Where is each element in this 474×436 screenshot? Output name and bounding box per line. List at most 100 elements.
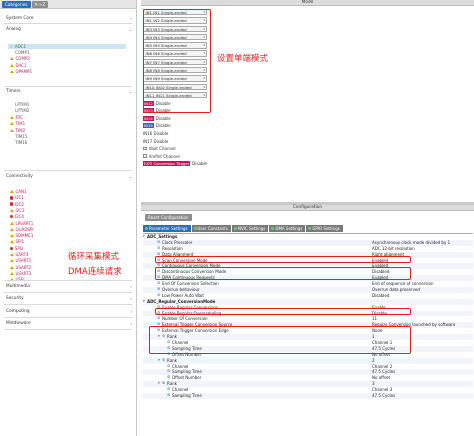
tab-nvic-settings[interactable]: NVIC Settings (231, 225, 269, 232)
mode-title: Mode (141, 0, 474, 6)
peripheral-usart1[interactable]: USART1 (10, 258, 31, 263)
category-analog[interactable]: Analog (6, 27, 21, 32)
warning-icon (10, 190, 14, 194)
mode-row-checkbox: Vrefint Channel (143, 152, 473, 160)
category-middleware[interactable]: Middleware (6, 321, 31, 326)
category-timers[interactable]: Timers (6, 89, 21, 94)
blocked-icon (10, 215, 14, 219)
tab-gpio-settings[interactable]: GPIO Settings (306, 225, 343, 232)
divider (4, 23, 132, 24)
peripheral-opamp1[interactable]: OPAMP1 (10, 69, 32, 74)
peripheral-spi2[interactable]: SPI2 (10, 246, 24, 251)
peripheral-usart2[interactable]: USART2 (10, 265, 31, 270)
category-computing[interactable]: Computing (6, 309, 30, 314)
parameter-row[interactable]: ⚙ Sampling Time 47.5 Cycles (143, 393, 473, 399)
warning-icon (10, 227, 14, 231)
warning-icon (10, 240, 14, 244)
trigger-select[interactable]: Disable (192, 161, 207, 166)
tab-user-constants[interactable]: User Constants (191, 225, 231, 232)
check-icon: ✓ (10, 43, 14, 49)
peripheral-rtc[interactable]: RTC (10, 115, 23, 120)
tab-categories[interactable]: Categories (2, 0, 31, 8)
input-state-select[interactable]: Disable (156, 116, 171, 121)
peripheral-tim2[interactable]: TIM2 (10, 128, 25, 133)
peripheral-lptim2[interactable]: LPTIM2 (10, 108, 29, 113)
category-system-core[interactable]: System Core (6, 16, 33, 21)
checkbox[interactable] (143, 146, 147, 151)
peripheral-sdmmc1[interactable]: SDMMC1 (10, 233, 33, 238)
chevron-right-icon[interactable]: › (130, 16, 132, 21)
chevron-down-icon[interactable]: ⌄ (129, 89, 132, 94)
peripheral-adc1[interactable]: ✓ ADC1 (8, 43, 126, 50)
chevron-down-icon[interactable]: ⌄ (129, 27, 132, 32)
mode-row-checkbox: Vbat Channel (143, 145, 473, 153)
peripheral-tim1[interactable]: TIM1 (10, 121, 25, 126)
blocked-icon (10, 202, 14, 206)
chevron-down-icon[interactable]: ⌄ (129, 174, 132, 179)
tab-label: User Constants (197, 226, 228, 231)
peripheral-lptim1[interactable]: LPTIM1 (10, 102, 29, 107)
annotation-box-number-of-conversion (155, 308, 411, 315)
chevron-right-icon[interactable]: › (130, 309, 132, 314)
divider (4, 292, 132, 293)
status-dot-icon (145, 227, 148, 230)
tab-label: Parameter Settings (149, 226, 188, 231)
reset-configuration-button[interactable]: Reset Configuration (145, 214, 192, 221)
chevron-right-icon[interactable]: › (130, 296, 132, 301)
peripheral-label: ADC1 (14, 44, 27, 49)
peripheral-tim16[interactable]: TIM16 (10, 140, 27, 145)
input-tag: IN14 (143, 115, 154, 121)
peripheral-i2c1[interactable]: I2C1 (10, 195, 24, 200)
blank-icon (10, 141, 14, 145)
peripheral-label: USART3 (15, 270, 32, 276)
peripheral-label: TIM15 (15, 134, 28, 139)
parameter-value[interactable]: 47.5 Cycles (372, 393, 395, 399)
category-multimedia[interactable]: Multimedia (6, 284, 30, 289)
peripheral-label: TIM1 (15, 121, 26, 127)
blank-icon (10, 135, 14, 139)
peripheral-comp1[interactable]: COMP1 (10, 50, 29, 55)
status-dot-icon (233, 227, 237, 230)
mode-row-disabled: IN15 Disable (143, 122, 473, 130)
peripheral-i2c2[interactable]: I2C2 (10, 202, 24, 207)
blank-icon (10, 103, 14, 107)
peripheral-label: RTC (15, 114, 24, 120)
input-state-select[interactable]: IN17 Disable (143, 139, 168, 144)
tab-label: GPIO Settings (312, 226, 340, 231)
peripheral-comp2[interactable]: COMP2 (10, 56, 30, 61)
mode-row-plain: IN16 Disable (143, 130, 473, 138)
peripheral-label: CAN1 (15, 189, 27, 194)
category-connectivity[interactable]: Connectivity (6, 174, 33, 179)
chevron-right-icon[interactable]: › (130, 284, 132, 289)
peripheral-uart4[interactable]: UART4 (10, 252, 29, 257)
peripheral-can1[interactable]: CAN1 (10, 189, 27, 194)
input-state-select[interactable]: Disable (156, 123, 171, 128)
peripheral-quadspi[interactable]: QUADSPI (10, 227, 34, 232)
peripheral-usart3[interactable]: USART3 (10, 271, 31, 276)
blank-icon (10, 51, 14, 55)
tab-parameter-settings[interactable]: Parameter Settings (143, 225, 191, 232)
annotation-label-single-ended: 设置单端模式 (217, 54, 269, 64)
peripheral-tim15[interactable]: TIM15 (10, 134, 27, 139)
peripheral-spi1[interactable]: SPI1 (10, 239, 24, 244)
category-security[interactable]: Security (6, 296, 24, 301)
peripheral-label: COMP1 (15, 50, 30, 56)
chevron-right-icon[interactable]: › (130, 321, 132, 326)
warning-icon (10, 253, 14, 257)
blank-icon (10, 109, 14, 113)
warning-icon (10, 208, 14, 212)
peripheral-label: LPTIM1 (15, 102, 30, 107)
warning-icon (10, 57, 14, 61)
tab-dma-settings[interactable]: DMA Settings (269, 225, 306, 232)
peripheral-dac1[interactable]: DAC1 (10, 63, 27, 68)
peripheral-label: TIM16 (15, 140, 28, 146)
peripheral-lpuart1[interactable]: LPUART1 (10, 221, 33, 226)
tab-a-z[interactable]: A->Z (31, 0, 49, 8)
divider (4, 170, 132, 171)
checkbox[interactable] (143, 154, 147, 159)
warning-icon (10, 259, 14, 263)
input-state-select[interactable]: IN16 Disable (143, 131, 168, 136)
peripheral-i2c3[interactable]: I2C3 (10, 208, 25, 213)
divider (4, 329, 132, 330)
peripheral-i2c4[interactable]: I2C4 (10, 214, 24, 219)
